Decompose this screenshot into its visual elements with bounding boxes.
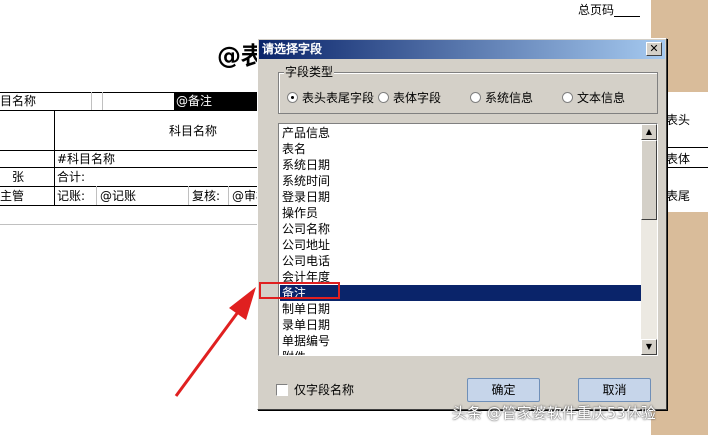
watermark: 头条 @管家婆软件重庆53体验 xyxy=(452,404,656,422)
annotation-arrow-icon xyxy=(174,287,256,397)
